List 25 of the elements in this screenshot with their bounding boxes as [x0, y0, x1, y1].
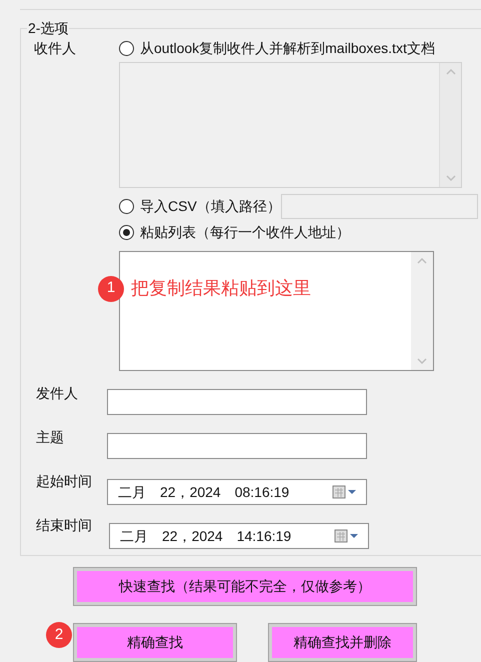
paste-hint: 把复制结果粘贴到这里 [131, 277, 311, 300]
calendar-dropdown-icon[interactable] [332, 485, 358, 499]
quick-search-button[interactable]: 快速查找（结果可能不完全，仅做参考） [74, 568, 416, 605]
field-label: 发件人 [35, 384, 79, 403]
exact-search-button[interactable]: 精确查找 [74, 624, 236, 661]
radio-button[interactable] [119, 199, 134, 214]
radio-label: 导入CSV（填入路径） [140, 197, 281, 216]
radio-label: 从outlook复制收件人并解析到mailboxes.txt文档 [140, 38, 435, 58]
radio-button[interactable] [119, 40, 134, 56]
field-label: 结束时间 [35, 516, 93, 535]
radio-button[interactable] [119, 224, 134, 240]
path-field[interactable] [280, 194, 478, 219]
step-badge: 1 [98, 276, 124, 302]
field-label: 起始时间 [35, 472, 93, 491]
input-field[interactable] [107, 389, 367, 415]
datetime-field[interactable]: 二月 22，2024 08:16:19 [107, 479, 367, 505]
text-area[interactable] [119, 251, 434, 371]
field-label: 收件人 [33, 39, 77, 58]
input-field[interactable] [107, 433, 367, 459]
radio-label: 粘贴列表（每行一个收件人地址） [140, 222, 350, 242]
datetime-field[interactable]: 二月 22，2024 14:16:19 [109, 523, 369, 549]
field-label: 主题 [35, 428, 65, 447]
step-badge: 2 [46, 622, 72, 648]
calendar-dropdown-icon[interactable] [334, 529, 360, 543]
exact-search-delete-button[interactable]: 精确查找并删除 [269, 624, 416, 661]
